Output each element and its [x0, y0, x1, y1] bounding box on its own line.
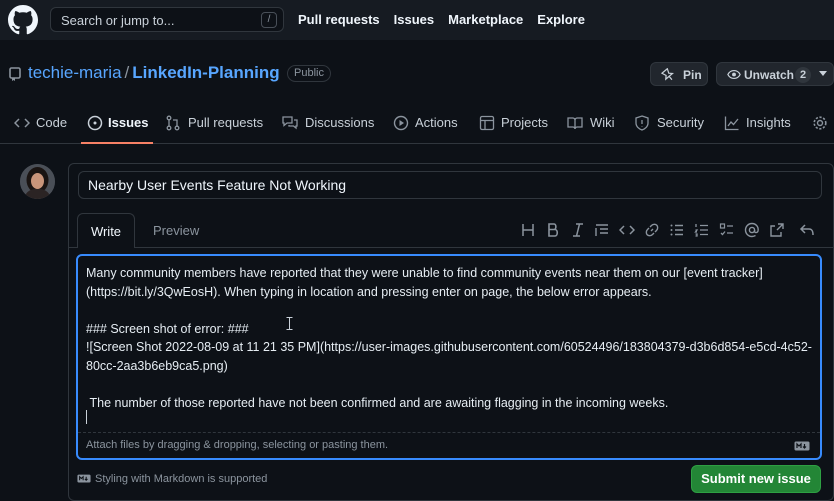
repo-tabs: Code Issues Pull requests Discussions Ac…: [0, 102, 834, 144]
markdown-icon: [794, 441, 810, 451]
issue-title-input[interactable]: Nearby User Events Feature Not Working: [78, 171, 822, 199]
repo-icon: [9, 67, 21, 81]
tab-pull-requests[interactable]: Pull requests: [165, 102, 265, 144]
mention-icon[interactable]: [744, 222, 760, 238]
play-icon: [393, 115, 409, 131]
book-icon: [567, 117, 583, 130]
visibility-badge: Public: [287, 65, 331, 82]
graph-icon: [724, 116, 739, 131]
tab-actions[interactable]: Actions: [393, 102, 463, 144]
tab-issues-label: Issues: [108, 115, 149, 130]
attach-files-hint: Attach files by dragging & dropping, sel…: [86, 439, 389, 451]
table-icon: [479, 115, 495, 131]
code-icon: [14, 118, 30, 128]
write-tab[interactable]: Write: [77, 213, 135, 248]
pin-label: Pin: [683, 68, 702, 82]
markdown-note-text: Styling with Markdown is supported: [95, 473, 268, 485]
pin-icon: [661, 68, 675, 81]
tab-issues[interactable]: Issues: [81, 102, 153, 144]
repo-separator: /: [124, 63, 130, 82]
nav-issues[interactable]: Issues: [394, 12, 434, 27]
tab-code-label: Code: [36, 115, 68, 130]
issue-body-textarea[interactable]: Many community members have reported tha…: [76, 254, 822, 460]
repo-title: techie-maria / LinkedIn-Planning: [28, 63, 280, 83]
attach-files-bar[interactable]: Attach files by dragging & dropping, sel…: [78, 432, 820, 458]
unordered-list-icon[interactable]: [669, 222, 685, 238]
search-input[interactable]: Search or jump to... /: [50, 7, 284, 32]
italic-icon[interactable]: [570, 222, 586, 238]
chevron-down-icon: [819, 71, 827, 76]
issue-opened-icon: [87, 115, 103, 131]
avatar[interactable]: [20, 164, 55, 199]
global-header: Search or jump to... / Pull requests Iss…: [0, 0, 834, 40]
pin-button[interactable]: Pin: [650, 62, 708, 86]
issue-body-text: Many community members have reported tha…: [86, 266, 812, 410]
eye-icon: [727, 69, 741, 80]
nav-pull-requests[interactable]: Pull requests: [298, 12, 380, 27]
tab-projects[interactable]: Projects: [479, 102, 551, 144]
git-pull-request-icon: [166, 115, 180, 131]
tab-security[interactable]: Security: [634, 102, 706, 144]
tab-pull-requests-label: Pull requests: [188, 115, 264, 130]
nav-explore[interactable]: Explore: [537, 12, 585, 27]
link-icon[interactable]: [644, 222, 660, 238]
comment-discussion-icon: [282, 116, 298, 130]
gear-icon[interactable]: [812, 115, 828, 131]
repo-header: techie-maria / LinkedIn-Planning Public Pi…: [0, 40, 834, 144]
task-list-icon[interactable]: [719, 222, 735, 238]
submit-new-issue-button[interactable]: Submit new issue: [691, 465, 821, 493]
unwatch-label: Unwatch: [744, 68, 795, 82]
tab-discussions[interactable]: Discussions: [282, 102, 374, 144]
text-caret: [86, 410, 87, 424]
tab-insights-label: Insights: [746, 115, 791, 130]
repo-name-link[interactable]: LinkedIn-Planning: [132, 63, 279, 82]
shield-icon: [635, 115, 649, 131]
tab-wiki[interactable]: Wiki: [567, 102, 617, 144]
editor-tabs-divider: [69, 247, 833, 248]
tab-discussions-label: Discussions: [305, 115, 375, 130]
github-logo-icon[interactable]: [8, 5, 38, 35]
preview-tab[interactable]: Preview: [153, 223, 199, 238]
markdown-icon: [77, 474, 91, 483]
tab-wiki-label: Wiki: [590, 115, 615, 130]
global-nav: Pull requests Issues Marketplace Explore: [298, 12, 585, 27]
unwatch-button[interactable]: Unwatch 2: [716, 62, 834, 86]
code-icon[interactable]: [619, 222, 635, 238]
search-shortcut-key: /: [261, 12, 277, 28]
user-avatar-image: [20, 164, 55, 199]
tab-code[interactable]: Code: [14, 102, 74, 144]
quote-icon[interactable]: [594, 222, 610, 238]
ordered-list-icon[interactable]: [694, 222, 710, 238]
nav-marketplace[interactable]: Marketplace: [448, 12, 523, 27]
cross-reference-icon[interactable]: [769, 222, 785, 238]
tab-actions-label: Actions: [415, 115, 458, 130]
reply-icon[interactable]: [799, 222, 815, 238]
search-placeholder: Search or jump to...: [61, 13, 175, 28]
tab-projects-label: Projects: [501, 115, 548, 130]
bold-icon[interactable]: [545, 222, 561, 238]
watch-count-badge: 2: [795, 67, 812, 83]
heading-icon[interactable]: [520, 222, 536, 238]
text-cursor-icon: [286, 317, 293, 330]
tab-security-label: Security: [657, 115, 704, 130]
repo-owner-link[interactable]: techie-maria: [28, 63, 122, 82]
tab-insights[interactable]: Insights: [724, 102, 794, 144]
